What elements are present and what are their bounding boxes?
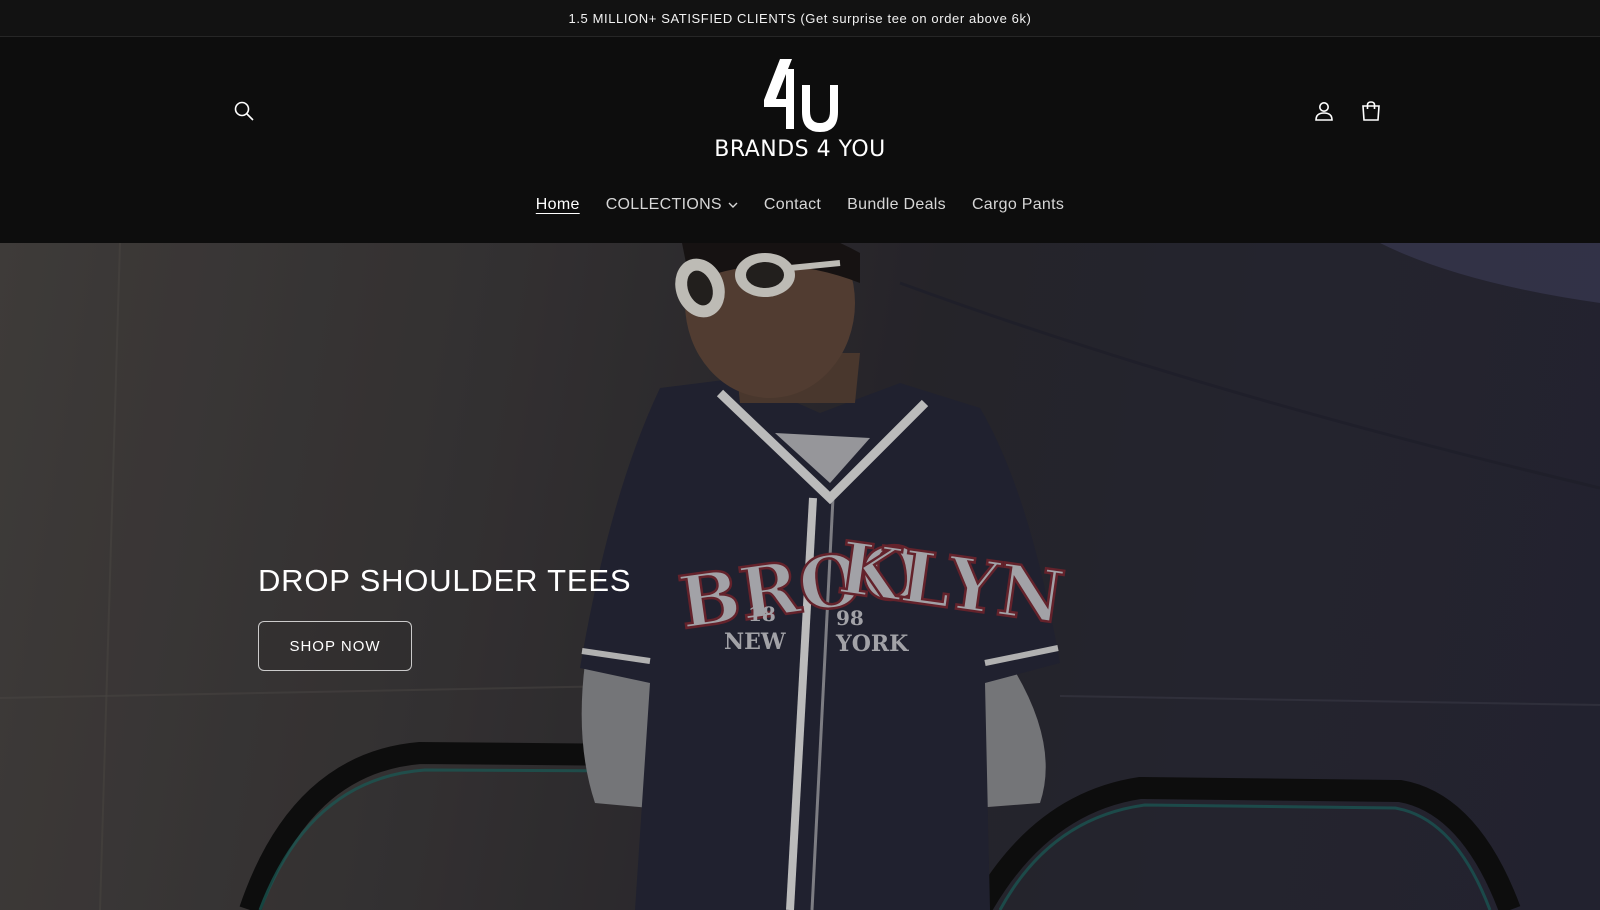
nav-item-label: Contact	[763, 196, 822, 213]
nav-item-label: Cargo Pants	[971, 196, 1065, 213]
nav-item-collections[interactable]: COLLECTIONS	[606, 196, 738, 214]
nav-item-home[interactable]: Home	[536, 196, 580, 214]
logo-mark	[764, 59, 838, 132]
chevron-down-icon	[728, 202, 738, 208]
cart-button[interactable]	[1353, 93, 1389, 129]
hero-banner: BROO KLYN 18 98 NEW YORK DROP SHOULDER T…	[0, 243, 1600, 910]
nav-item-bundle-deals[interactable]: Bundle Deals	[847, 196, 946, 214]
site-header: BRANDS 4 YOU Home COLLECTIONS Contact Bu…	[0, 37, 1600, 243]
hero-content: DROP SHOULDER TEES SHOP NOW	[258, 563, 631, 671]
logo-text: BRANDS 4 YOU	[714, 137, 886, 162]
announcement-text: 1.5 MILLION+ SATISFIED CLIENTS (Get surp…	[568, 10, 1032, 26]
nav-item-cargo-pants[interactable]: Cargo Pants	[972, 196, 1064, 214]
user-icon	[1315, 102, 1333, 121]
hero-dim-overlay	[0, 243, 1600, 910]
nav-item-label: COLLECTIONS	[605, 196, 722, 213]
nav-item-label: Bundle Deals	[847, 196, 946, 213]
search-button[interactable]	[226, 93, 262, 129]
announcement-bar: 1.5 MILLION+ SATISFIED CLIENTS (Get surp…	[0, 0, 1600, 37]
search-icon	[234, 101, 254, 121]
shop-now-button[interactable]: SHOP NOW	[258, 621, 412, 671]
hero-title: DROP SHOULDER TEES	[258, 563, 632, 598]
nav-item-contact[interactable]: Contact	[764, 196, 821, 214]
account-button[interactable]	[1306, 93, 1342, 129]
nav-item-label: Home	[535, 196, 580, 213]
cart-icon	[1362, 101, 1380, 121]
brand-logo[interactable]: BRANDS 4 YOU	[714, 55, 885, 170]
main-nav: Home COLLECTIONS Contact Bundle Deals Ca…	[0, 185, 1600, 225]
